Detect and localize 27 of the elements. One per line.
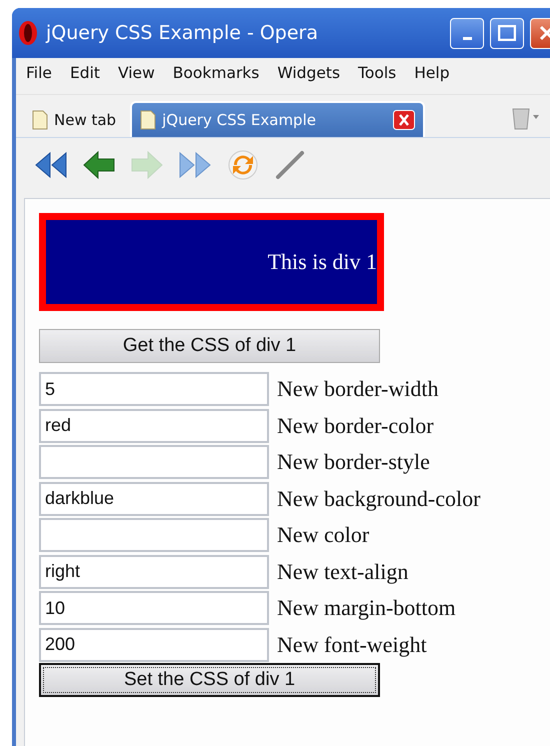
input-field[interactable]: red	[39, 408, 269, 443]
field-label: New border-style	[277, 449, 430, 476]
field-label: New background-color	[277, 486, 480, 512]
browser-tab[interactable]: jQuery CSS Example	[130, 101, 426, 137]
menu-item[interactable]: View	[118, 64, 155, 88]
input-field[interactable]: 5	[39, 372, 269, 406]
input-field[interactable]: 10	[39, 591, 269, 626]
field-label: New margin-bottom	[277, 595, 456, 622]
menu-item[interactable]: File	[26, 64, 52, 88]
menu-item[interactable]: Bookmarks	[172, 64, 260, 88]
input-field[interactable]: 200	[39, 628, 269, 662]
field-label: New border-color	[277, 412, 434, 439]
input-field[interactable]: right	[39, 554, 269, 589]
menu-item[interactable]: Help	[414, 64, 450, 88]
field-label: New border-width	[277, 376, 438, 402]
field-label: New color	[277, 522, 370, 548]
field-label: New font-weight	[277, 632, 427, 658]
menu-item[interactable]: Tools	[358, 64, 396, 88]
demo-div: This is div 1	[39, 213, 384, 311]
set-css-button[interactable]: Set the CSS of div 1	[39, 663, 380, 697]
window-title: jQuery CSS Example - Opera	[46, 22, 320, 44]
field-label: New text-align	[277, 558, 408, 585]
menu-item[interactable]: Edit	[70, 64, 100, 88]
get-css-button[interactable]: Get the CSS of div 1	[39, 329, 380, 363]
input-field[interactable]: darkblue	[39, 482, 269, 516]
browser-tab[interactable]: New tab	[24, 103, 124, 137]
menu-item[interactable]: Widgets	[277, 64, 340, 88]
